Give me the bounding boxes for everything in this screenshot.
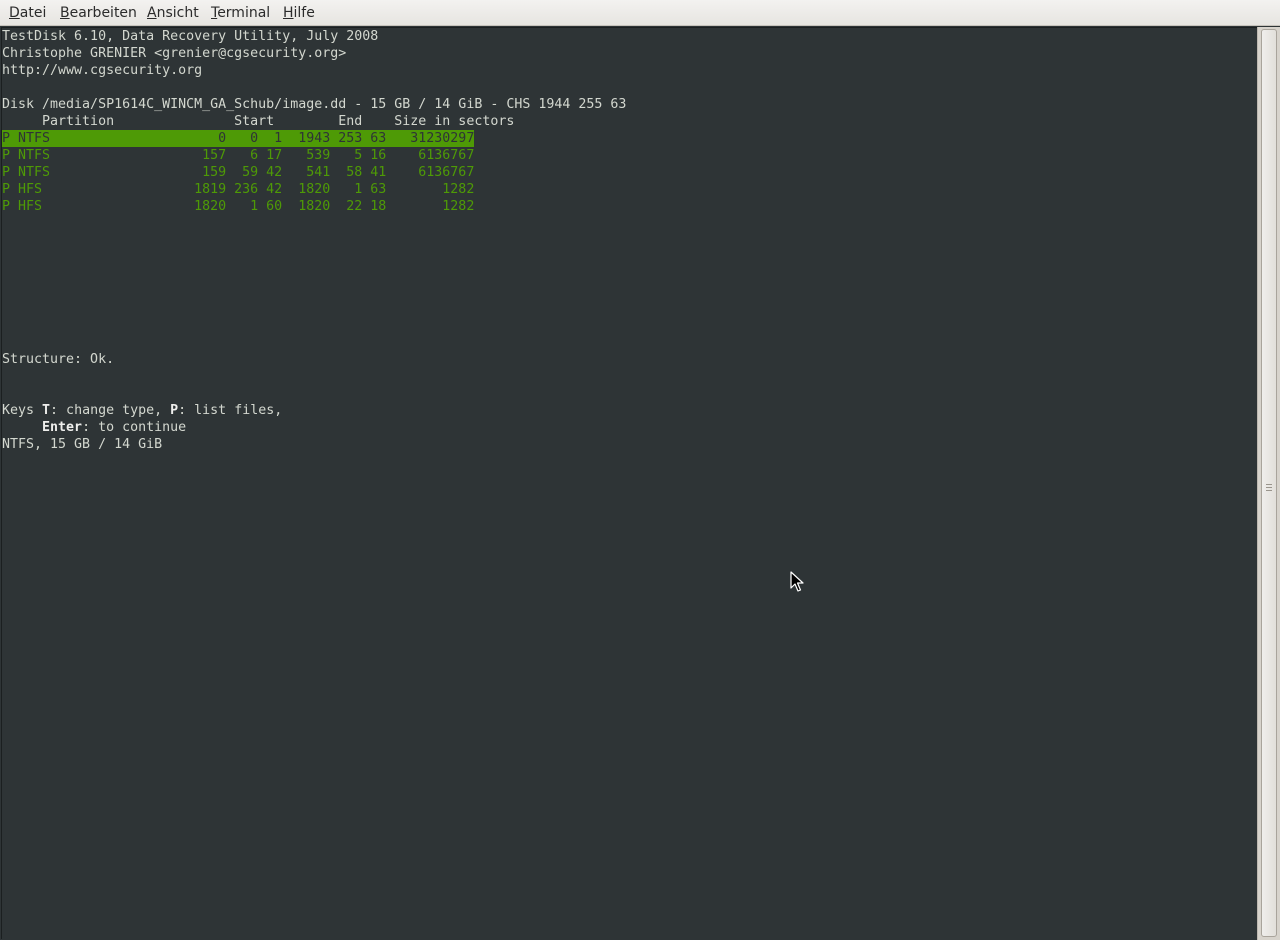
menu-mnemonic: D bbox=[9, 5, 20, 21]
keys-help-line-1: Keys T: change type, P: list files, bbox=[2, 402, 282, 419]
menu-ansicht[interactable]: Ansicht bbox=[146, 4, 200, 22]
key-enter: Enter bbox=[42, 420, 83, 435]
keys-indent bbox=[2, 420, 42, 435]
key-t-desc: : change type, bbox=[50, 403, 171, 418]
menu-label: erminal bbox=[217, 5, 271, 21]
key-p: P bbox=[170, 403, 179, 418]
menu-hilfe[interactable]: Hilfe bbox=[282, 4, 316, 22]
menu-mnemonic: H bbox=[283, 5, 294, 21]
header-line-title: TestDisk 6.10, Data Recovery Utility, Ju… bbox=[2, 29, 379, 44]
header-line-url: http://www.cgsecurity.org bbox=[2, 63, 203, 78]
keys-help-line-2: Enter: to continue bbox=[2, 419, 186, 436]
menu-bearbeiten[interactable]: Bearbeiten bbox=[59, 4, 138, 22]
key-t: T bbox=[42, 403, 51, 418]
partition-row[interactable]: P NTFS 157 6 17 539 5 16 6136767 bbox=[2, 147, 474, 164]
menu-terminal[interactable]: Terminal bbox=[210, 4, 271, 22]
terminal-output[interactable]: TestDisk 6.10, Data Recovery Utility, Ju… bbox=[1, 27, 1257, 939]
partition-columns-header: Partition Start End Size in sectors bbox=[2, 114, 515, 129]
keys-prefix: Keys bbox=[2, 403, 43, 418]
key-p-desc: : list files, bbox=[178, 403, 283, 418]
structure-status: Structure: Ok. bbox=[2, 352, 115, 367]
partition-row-selected[interactable]: P NTFS 0 0 1 1943 253 63 31230297 bbox=[2, 130, 475, 147]
disk-info-line: Disk /media/SP1614C_WINCM_GA_Schub/image… bbox=[2, 97, 627, 112]
terminal-window: Datei Bearbeiten Ansicht Terminal Hilfe … bbox=[0, 0, 1280, 940]
menu-datei[interactable]: Datei bbox=[8, 4, 47, 22]
menu-mnemonic: B bbox=[60, 5, 70, 21]
scrollbar-thumb[interactable] bbox=[1261, 29, 1277, 937]
header-line-author: Christophe GRENIER <grenier@cgsecurity.o… bbox=[2, 46, 347, 61]
vertical-scrollbar[interactable] bbox=[1257, 27, 1280, 940]
partition-summary: NTFS, 15 GB / 14 GiB bbox=[2, 437, 163, 452]
menu-label: atei bbox=[19, 5, 47, 21]
key-enter-desc: : to continue bbox=[82, 420, 187, 435]
grip-icon bbox=[1266, 484, 1272, 491]
menu-label: earbeiten bbox=[69, 5, 137, 21]
mouse-cursor-icon bbox=[790, 571, 804, 592]
menu-label: ilfe bbox=[293, 5, 315, 21]
menu-label: nsicht bbox=[156, 5, 199, 21]
partition-row[interactable]: P HFS 1820 1 60 1820 22 18 1282 bbox=[2, 198, 474, 215]
partition-row[interactable]: P HFS 1819 236 42 1820 1 63 1282 bbox=[2, 181, 474, 198]
menu-mnemonic: A bbox=[147, 5, 157, 21]
menu-bar: Datei Bearbeiten Ansicht Terminal Hilfe bbox=[0, 0, 1280, 26]
partition-row[interactable]: P NTFS 159 59 42 541 58 41 6136767 bbox=[2, 164, 474, 181]
